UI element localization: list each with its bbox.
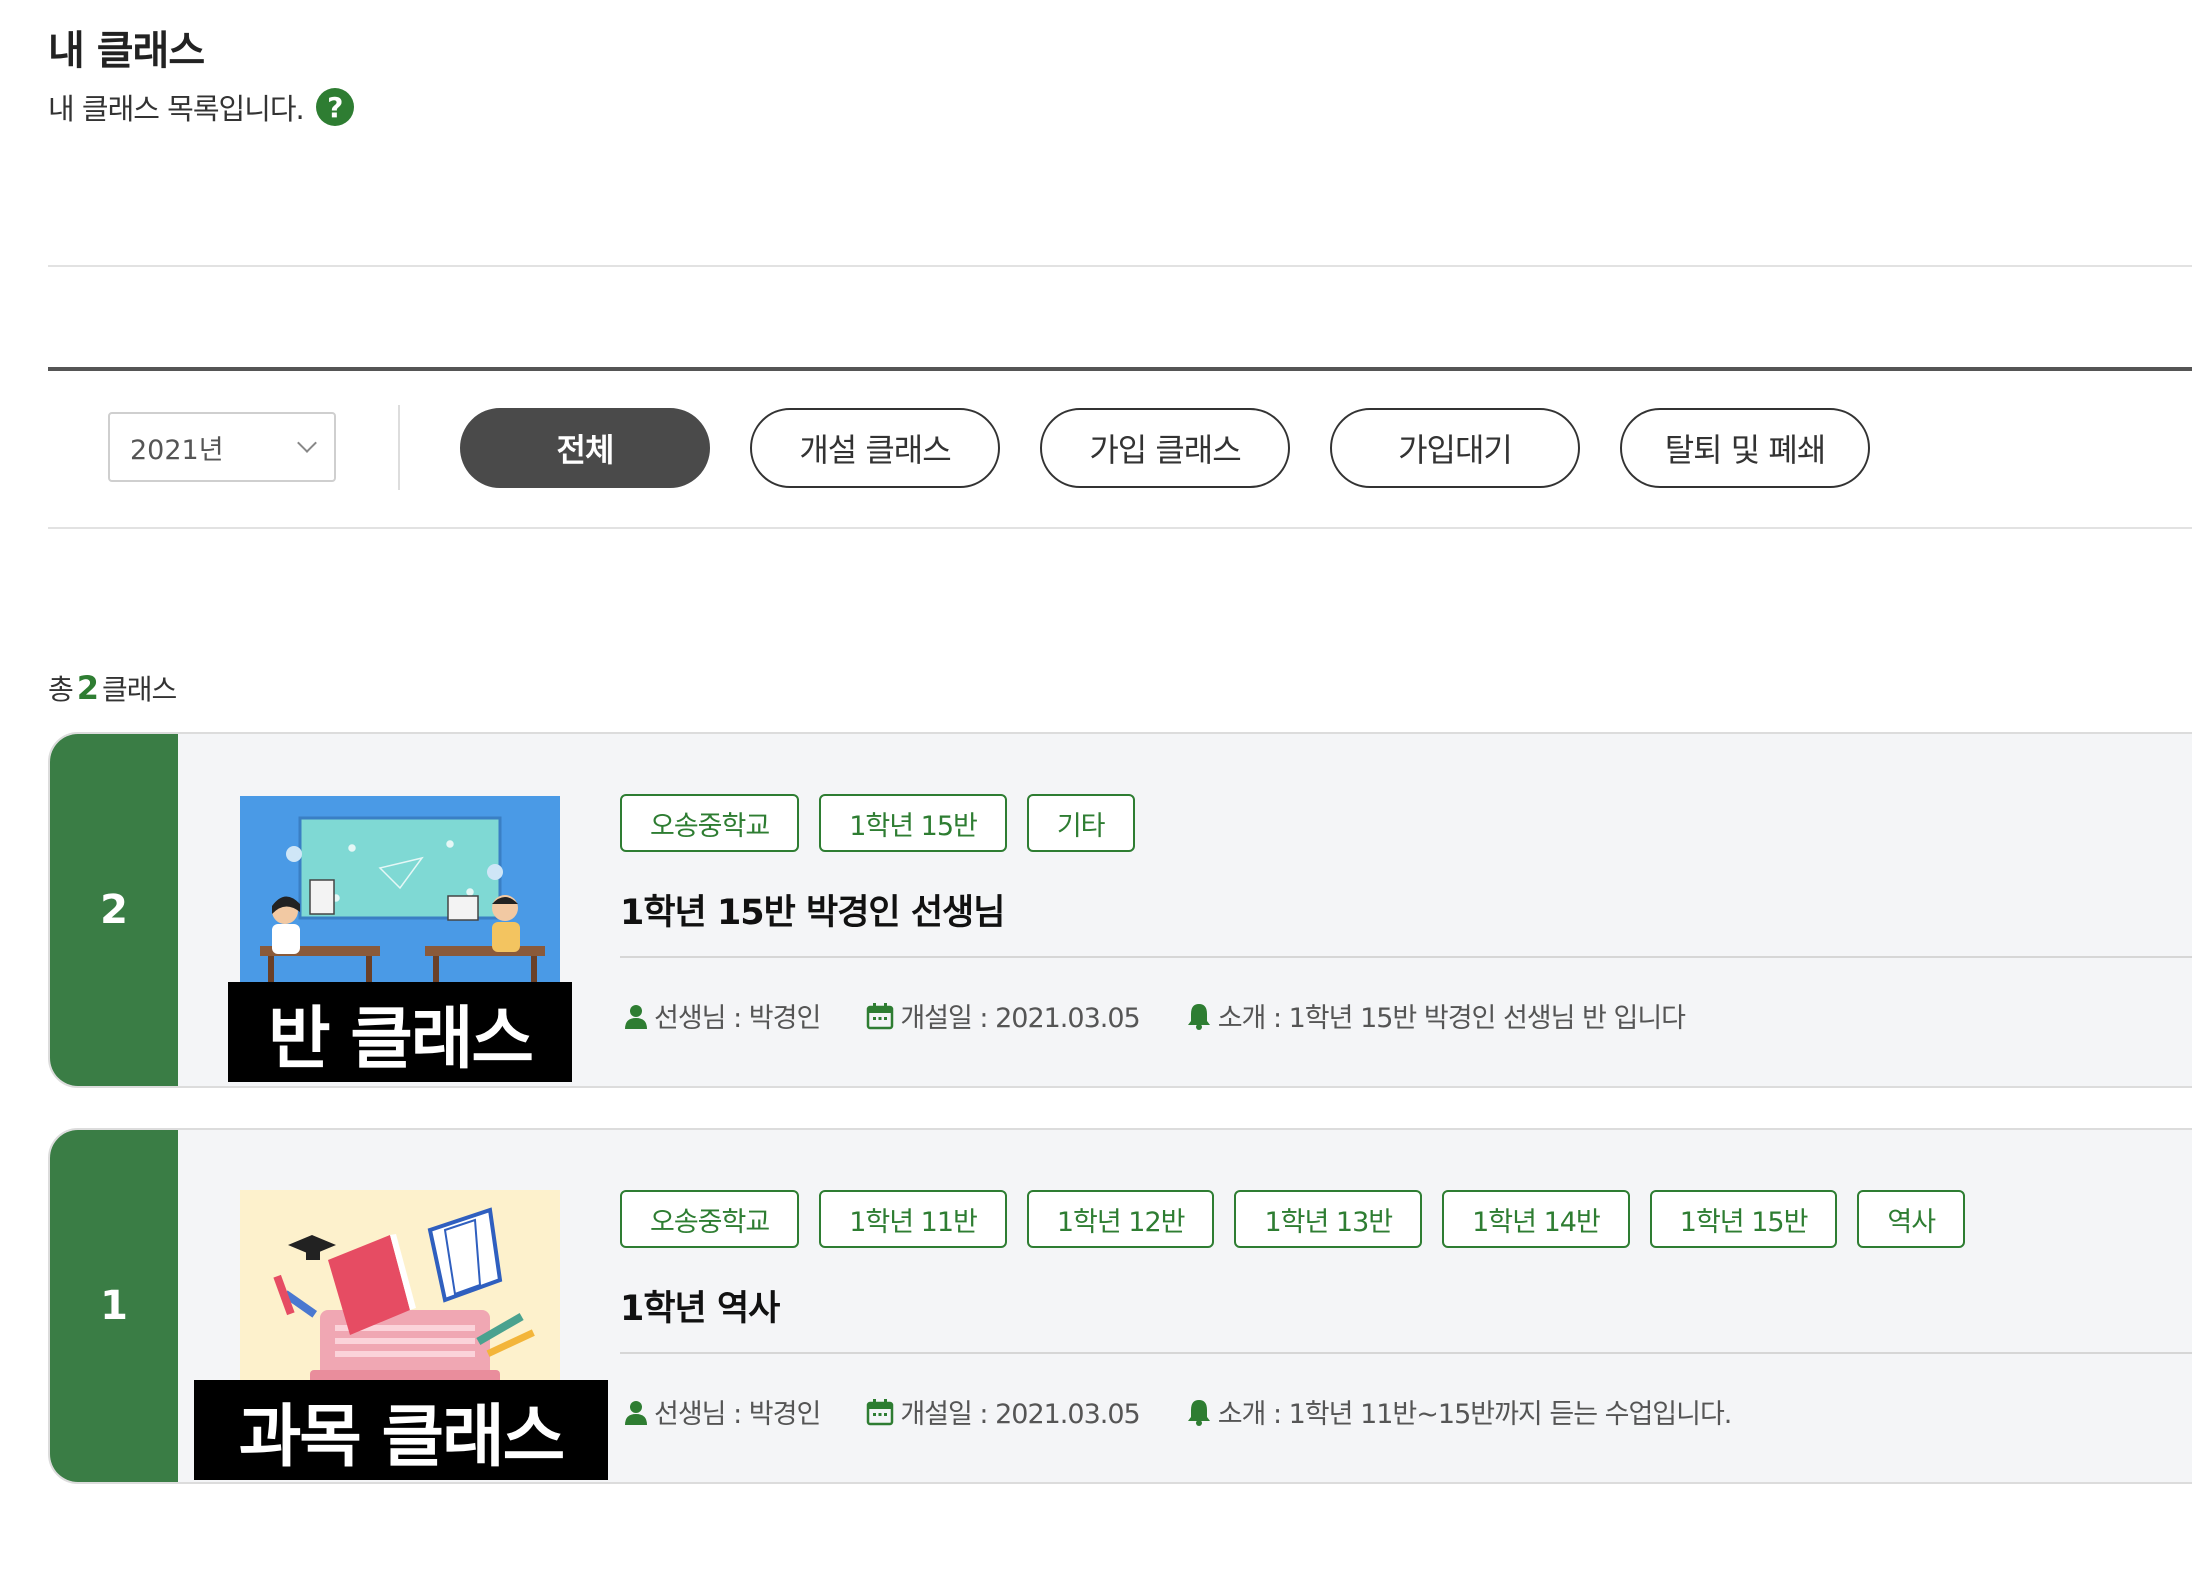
tab-left-closed[interactable]: 탈퇴 및 폐쇄	[1620, 408, 1870, 488]
description-text: 내 클래스 목록입니다.	[48, 92, 305, 126]
page-title: 내 클래스	[48, 28, 205, 74]
tag-grade: 1학년 14반	[1442, 1190, 1630, 1248]
tag-category: 기타	[1026, 794, 1135, 852]
opened-text: 개설일 : 2021.03.05	[900, 1399, 1140, 1430]
help-icon[interactable]: ?	[315, 88, 354, 126]
tag-grade: 1학년 15반	[819, 794, 1007, 852]
thumbnail-label: 과목 클래스	[194, 1380, 608, 1480]
class-tags: 오송중학교 1학년 11반 1학년 12반 1학년 13반 1학년 14반 1학…	[620, 1190, 1966, 1248]
class-number: 2	[50, 734, 178, 1086]
class-thumbnail[interactable]	[240, 1190, 560, 1390]
class-card[interactable]: 1 과목 클래스 오송중학교 1학년 11반 1학년 12반 1학년 13반 1…	[48, 1128, 2192, 1484]
divider	[48, 527, 2192, 529]
filter-divider	[398, 405, 400, 490]
thumbnail-label: 반 클래스	[228, 982, 572, 1082]
meta-teacher: 선생님 : 박경인	[624, 1392, 821, 1431]
calendar-icon	[866, 1002, 894, 1030]
tab-all[interactable]: 전체	[460, 408, 710, 488]
total-prefix: 총	[48, 673, 74, 706]
card-divider	[620, 1352, 2192, 1354]
tab-joined-classes[interactable]: 가입 클래스	[1040, 408, 1290, 488]
class-title[interactable]: 1학년 15반 박경인 선생님	[620, 884, 1005, 935]
tab-opened-classes[interactable]: 개설 클래스	[750, 408, 1000, 488]
total-count: 총 2 클래스	[48, 668, 177, 708]
tag-school: 오송중학교	[620, 1190, 800, 1248]
filter-top-border	[48, 367, 2192, 371]
divider	[48, 265, 2192, 267]
meta-intro: 소개 : 1학년 15반 박경인 선생님 반 입니다	[1186, 996, 1686, 1035]
intro-text: 소개 : 1학년 11반~15반까지 듣는 수업입니다.	[1217, 1399, 1733, 1430]
opened-text: 개설일 : 2021.03.05	[900, 1003, 1140, 1034]
meta-teacher: 선생님 : 박경인	[624, 996, 821, 1035]
total-suffix: 클래스	[102, 673, 177, 706]
tag-grade: 1학년 12반	[1026, 1190, 1215, 1248]
class-meta: 선생님 : 박경인 개설일 : 2021.03.05 소개 : 1학년 11반~…	[624, 1392, 1777, 1431]
card-divider	[620, 956, 2192, 958]
class-thumbnail[interactable]	[240, 796, 560, 996]
bell-icon	[1186, 1002, 1212, 1030]
intro-text: 소개 : 1학년 15반 박경인 선생님 반 입니다	[1217, 1003, 1686, 1034]
tag-grade: 1학년 13반	[1234, 1190, 1423, 1248]
tag-school: 오송중학교	[620, 794, 800, 852]
chevron-down-icon	[297, 433, 317, 453]
tag-grade: 1학년 11반	[819, 1190, 1007, 1248]
tag-grade: 1학년 15반	[1649, 1190, 1838, 1248]
bell-icon	[1186, 1398, 1212, 1426]
class-card[interactable]: 2 반 클래스 오송중학교 1학년 15반 기타 1학년 15반 박경인 선생님…	[48, 732, 2192, 1088]
tab-pending[interactable]: 가입대기	[1330, 408, 1580, 488]
teacher-text: 선생님 : 박경인	[654, 1003, 821, 1034]
total-number: 2	[76, 669, 99, 707]
class-meta: 선생님 : 박경인 개설일 : 2021.03.05 소개 : 1학년 15반 …	[624, 996, 1731, 1035]
class-number: 1	[50, 1130, 178, 1482]
class-title[interactable]: 1학년 역사	[620, 1280, 780, 1331]
calendar-icon	[866, 1398, 894, 1426]
page-description: 내 클래스 목록입니다. ?	[48, 86, 354, 128]
person-icon	[624, 1003, 648, 1029]
year-select-value: 2021년	[130, 434, 224, 466]
person-icon	[624, 1399, 648, 1425]
meta-opened: 개설일 : 2021.03.05	[866, 1392, 1141, 1431]
tag-subject: 역사	[1857, 1190, 1966, 1248]
teacher-text: 선생님 : 박경인	[654, 1399, 821, 1430]
meta-intro: 소개 : 1학년 11반~15반까지 듣는 수업입니다.	[1186, 1392, 1732, 1431]
filter-tabs: 전체 개설 클래스 가입 클래스 가입대기 탈퇴 및 폐쇄	[460, 408, 1870, 488]
year-select[interactable]: 2021년	[108, 412, 336, 482]
meta-opened: 개설일 : 2021.03.05	[866, 996, 1141, 1035]
class-tags: 오송중학교 1학년 15반 기타	[620, 794, 1135, 852]
